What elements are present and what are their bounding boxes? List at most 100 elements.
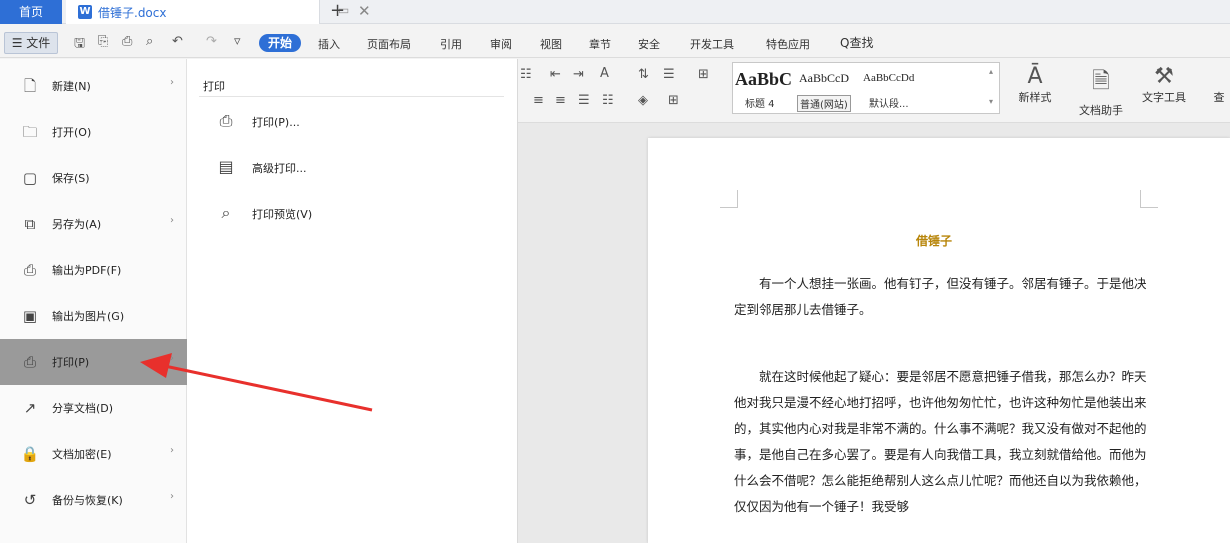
print-icon[interactable]: ⎙ <box>122 34 132 49</box>
scroll-down-icon[interactable]: ▾ <box>989 97 993 106</box>
font-size-icon[interactable]: A <box>600 66 609 81</box>
find-replace-button[interactable]: · 查 <box>1208 64 1230 105</box>
paragraph: 就在这时候他起了疑心：要是邻居不愿意把锤子借我，那怎么办？昨天他对我只是漫不经心… <box>734 369 1147 514</box>
distributed-icon[interactable]: ☰ <box>578 93 590 108</box>
file-menu-item[interactable]: 🗀 打开(O) <box>0 109 187 155</box>
export-icon[interactable]: ⎘ <box>98 34 108 49</box>
chevron-right-icon: › <box>170 353 174 364</box>
preview-icon[interactable]: ⌕ <box>146 34 153 49</box>
file-menu-label: 备份与恢复(K) <box>52 494 123 507</box>
file-menu-item[interactable]: ⎙ 输出为PDF(F) <box>0 247 187 293</box>
style-sample-default[interactable]: AaBbCcDd <box>863 72 914 84</box>
border-icon[interactable]: ⊞ <box>668 93 679 108</box>
file-menu-panel: 🗋 新建(N) › 🗀 打开(O) ▢ 保存(S) ⧉ 另存为(A) › ⎙ 输出为PDF(F) ▣ 输出… <box>0 59 187 543</box>
wrench-icon: ⚒ <box>1154 64 1174 89</box>
shading-icon[interactable]: ◈ <box>638 93 648 108</box>
redo-icon[interactable]: ↷ <box>206 34 217 49</box>
file-menu-item[interactable]: ⎙ 打印(P) › <box>0 339 187 385</box>
file-menu-item[interactable]: ⧉ 另存为(A) › <box>0 201 187 247</box>
print-submenu-label: 打印预览(V) <box>252 208 313 221</box>
file-menu-label: 输出为PDF(F) <box>52 264 122 277</box>
add-tab-icon[interactable]: + <box>330 0 345 22</box>
new-style-button[interactable]: Ā 新样式 <box>1008 64 1062 105</box>
print-submenu-item[interactable]: ▤ 高级打印... <box>215 153 495 183</box>
advanced-print-icon: ▤ <box>218 157 234 176</box>
doc-assistant-button[interactable]: 🗎 文档助手 <box>1074 64 1128 118</box>
tab-review[interactable]: 审阅 <box>490 36 512 52</box>
tab-page-layout[interactable]: 页面布局 <box>367 36 411 52</box>
save-as-icon: ⧉ <box>24 215 36 233</box>
margin-corner <box>720 190 738 208</box>
word-doc-icon: W <box>78 5 92 19</box>
file-menu-label: 输出为图片(G) <box>52 310 125 323</box>
file-menu-label: 另存为(A) <box>52 218 102 231</box>
chevron-right-icon: › <box>170 491 174 502</box>
style-label-normal-web: 普通(网站) <box>797 95 851 112</box>
tab-section[interactable]: 章节 <box>589 36 611 52</box>
print-icon: ⎙ <box>23 353 36 371</box>
submenu-title: 打印 <box>203 80 225 93</box>
file-menu-item[interactable]: 🗋 新建(N) › <box>0 63 187 109</box>
file-menu-item[interactable]: 🔒 文档加密(E) › <box>0 431 187 477</box>
chevron-down-icon[interactable]: ▿ <box>234 34 241 49</box>
line-spacing-icon[interactable]: ☰ <box>663 67 675 82</box>
chevron-right-icon: › <box>170 77 174 88</box>
undo-icon[interactable]: ↶ <box>172 34 183 49</box>
search-button[interactable]: Q查找 <box>840 34 873 51</box>
chevron-right-icon: › <box>170 215 174 226</box>
document-page[interactable]: 借锤子 有一个人想挂一张画。他有钉子，但没有锤子。邻居有锤子。于是他决定到邻居那… <box>648 138 1230 543</box>
file-menu-item[interactable]: ▢ 保存(S) <box>0 155 187 201</box>
file-menu-button[interactable]: ☰ 文件 <box>4 32 58 54</box>
close-icon[interactable]: ✕ <box>358 2 371 20</box>
style-gallery[interactable]: AaBbC AaBbCcD AaBbCcDd 标题 4 普通(网站) 默认段..… <box>732 62 1000 114</box>
chevron-right-icon: › <box>170 445 174 456</box>
table-icon[interactable]: ⊞ <box>698 67 709 82</box>
file-menu-label: 打开(O) <box>52 126 92 139</box>
paragraph-icon[interactable]: ☷ <box>602 93 614 108</box>
tab-developer[interactable]: 开发工具 <box>690 36 734 52</box>
encrypt-icon: 🔒 <box>20 445 40 463</box>
print-submenu-label: 高级打印... <box>252 162 307 175</box>
tab-features[interactable]: 特色应用 <box>766 36 810 52</box>
tab-home[interactable]: 首页 <box>0 0 62 24</box>
tab-document[interactable]: W 借锤子.docx ▭ ✕ <box>66 0 371 24</box>
style-sample-normal-web[interactable]: AaBbCcD <box>799 71 849 86</box>
file-menu-label: 分享文档(D) <box>52 402 114 415</box>
style-label-default: 默认段... <box>869 99 909 110</box>
align-left-icon[interactable]: ≡ <box>533 93 544 108</box>
file-menu-label: 保存(S) <box>52 172 90 185</box>
tab-reference[interactable]: 引用 <box>440 36 462 52</box>
save-icon: ▢ <box>22 169 38 187</box>
indent-decrease-icon[interactable]: ⇤ <box>550 67 561 82</box>
align-center-icon[interactable]: ≡ <box>555 93 566 108</box>
tab-insert[interactable]: 插入 <box>318 36 340 52</box>
scroll-up-icon[interactable]: ▴ <box>989 67 993 76</box>
list-icon[interactable]: ☷ <box>520 67 532 82</box>
margin-corner <box>1140 190 1158 208</box>
print-submenu-item[interactable]: ⎙ 打印(P)... <box>215 107 495 137</box>
print-submenu-item[interactable]: ⌕ 打印预览(V) <box>215 199 495 229</box>
doc-assistant-icon: 🗎 <box>1092 69 1110 94</box>
paragraph: 有一个人想挂一张画。他有钉子，但没有锤子。邻居有锤子。于是他决定到邻居那儿去借锤… <box>734 276 1147 317</box>
backup-icon: ↺ <box>23 491 37 509</box>
share-icon: ↗ <box>23 399 37 417</box>
sort-icon[interactable]: ⇅ <box>638 67 649 82</box>
file-menu-item[interactable]: ▣ 输出为图片(G) <box>0 293 187 339</box>
print-preview-icon: ⌕ <box>221 203 231 222</box>
file-menu-label: 文档加密(E) <box>52 448 112 461</box>
tab-view[interactable]: 视图 <box>540 36 562 52</box>
new-doc-icon: 🗋 <box>23 77 37 95</box>
tab-security[interactable]: 安全 <box>638 36 660 52</box>
export-pdf-icon: ⎙ <box>23 261 36 279</box>
new-style-icon: Ā <box>1027 64 1043 89</box>
file-menu-label: 新建(N) <box>52 80 91 93</box>
style-sample-heading4[interactable]: AaBbC <box>735 69 792 90</box>
file-menu-item[interactable]: ↺ 备份与恢复(K) › <box>0 477 187 523</box>
document-tab-title: 借锤子.docx <box>98 6 167 20</box>
file-menu-item[interactable]: ↗ 分享文档(D) <box>0 385 187 431</box>
print-submenu-label: 打印(P)... <box>252 116 300 129</box>
text-tools-button[interactable]: ⚒ 文字工具 <box>1134 64 1194 105</box>
tab-start[interactable]: 开始 <box>259 34 301 52</box>
save-icon[interactable]: 🖫 <box>74 34 85 56</box>
indent-increase-icon[interactable]: ⇥ <box>573 67 584 82</box>
